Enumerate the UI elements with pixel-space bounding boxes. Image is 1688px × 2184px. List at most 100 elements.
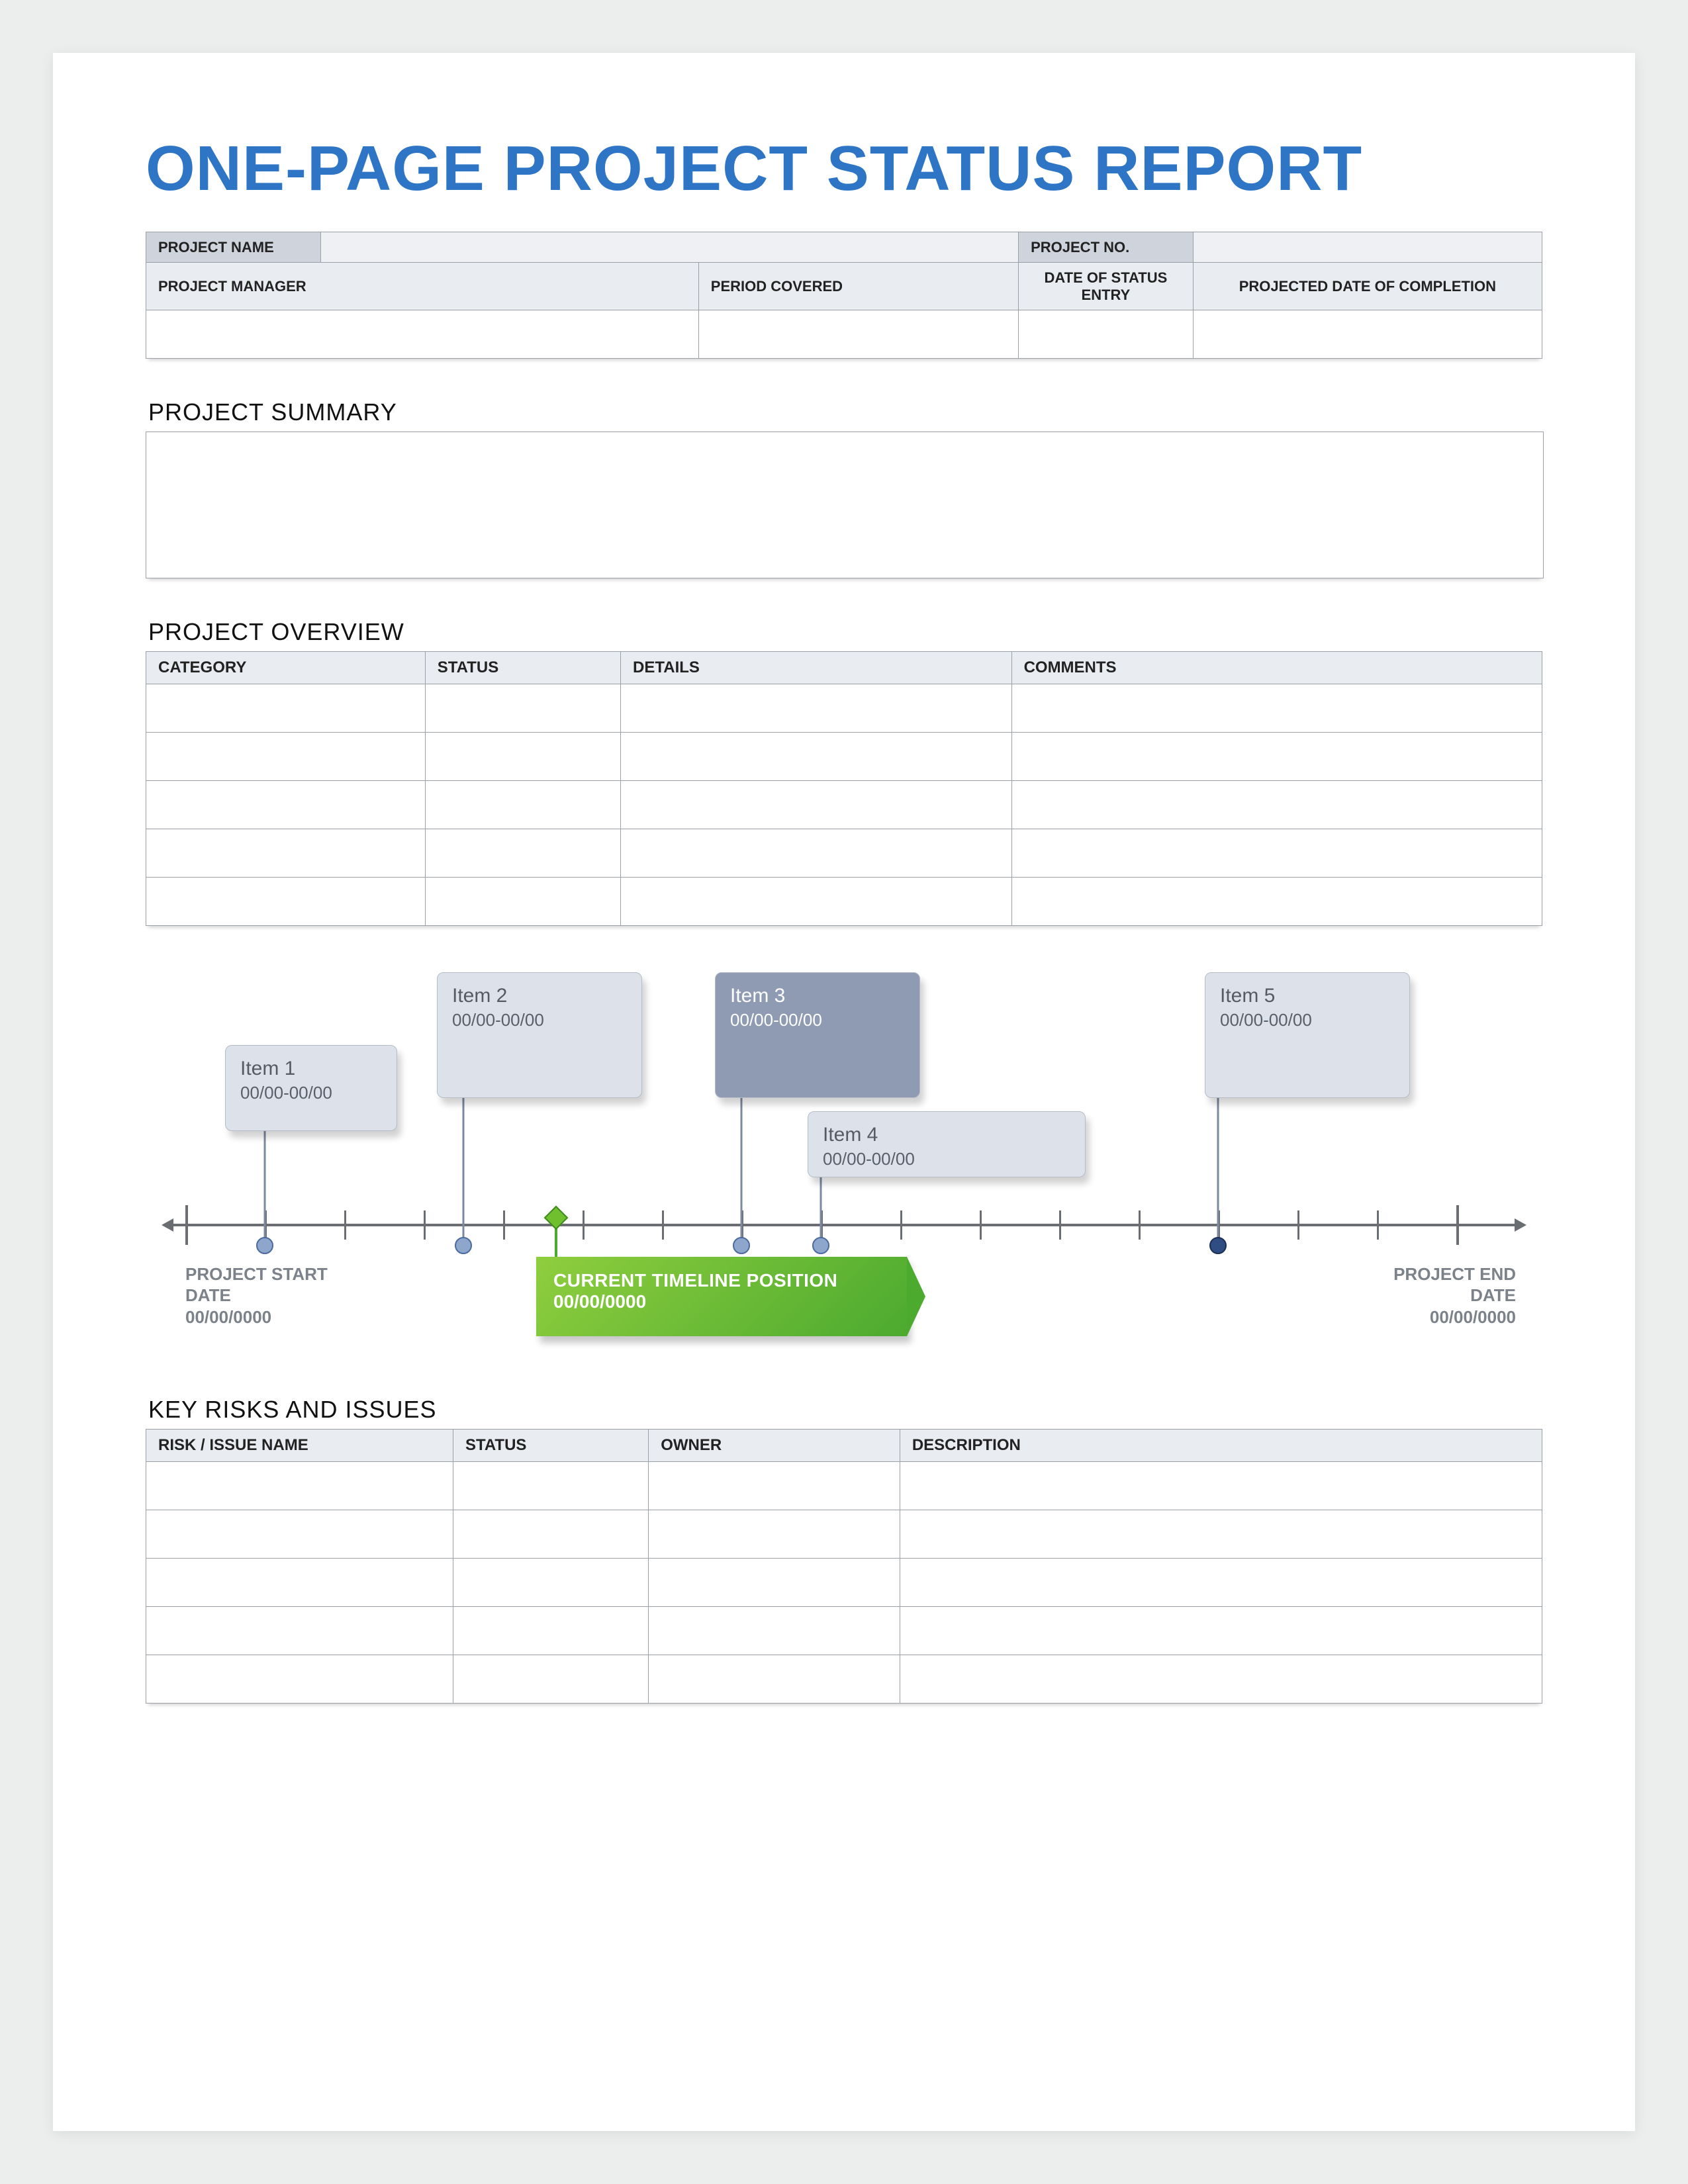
- overview-cell[interactable]: [621, 780, 1012, 829]
- risks-header-name: RISK / ISSUE NAME: [146, 1429, 453, 1461]
- overview-cell[interactable]: [425, 877, 620, 925]
- project-name-label: PROJECT NAME: [146, 232, 321, 263]
- project-name-value[interactable]: [320, 232, 1018, 263]
- timeline-tick: [583, 1210, 585, 1240]
- timeline-item-card: Item 3 00/00-00/00: [715, 972, 920, 1098]
- risks-cell[interactable]: [453, 1558, 648, 1606]
- risks-cell[interactable]: [453, 1461, 648, 1510]
- timeline-item-card: Item 4 00/00-00/00: [808, 1111, 1086, 1177]
- timeline-connector: [820, 1171, 822, 1237]
- summary-box[interactable]: [146, 432, 1544, 578]
- timeline-tick: [662, 1210, 664, 1240]
- timeline-end-label: PROJECT END DATE: [1344, 1263, 1516, 1306]
- risks-cell[interactable]: [649, 1510, 900, 1558]
- timeline-item-range: 00/00-00/00: [240, 1083, 382, 1103]
- overview-cell[interactable]: [1011, 684, 1542, 732]
- overview-cell[interactable]: [621, 829, 1012, 877]
- risks-cell[interactable]: [649, 1606, 900, 1655]
- risks-cell[interactable]: [649, 1655, 900, 1703]
- timeline-tick: [1377, 1210, 1379, 1240]
- timeline-item-range: 00/00-00/00: [1220, 1010, 1395, 1030]
- risks-cell[interactable]: [146, 1461, 453, 1510]
- overview-cell[interactable]: [1011, 780, 1542, 829]
- overview-header-details: DETAILS: [621, 651, 1012, 684]
- risks-cell[interactable]: [146, 1558, 453, 1606]
- timeline-connector: [264, 1131, 266, 1237]
- timeline-current-flag: CURRENT TIMELINE POSITION 00/00/0000: [536, 1257, 907, 1336]
- summary-label: PROJECT SUMMARY: [148, 398, 1542, 426]
- timeline-tick: [185, 1205, 188, 1245]
- risks-cell[interactable]: [649, 1461, 900, 1510]
- overview-cell[interactable]: [146, 684, 426, 732]
- timeline-item-name: Item 2: [452, 985, 627, 1007]
- overview-cell[interactable]: [1011, 732, 1542, 780]
- timeline-tick: [344, 1210, 346, 1240]
- timeline-marker: [812, 1237, 829, 1254]
- timeline-item-name: Item 1: [240, 1058, 382, 1080]
- risks-cell[interactable]: [146, 1655, 453, 1703]
- timeline-axis: [172, 1224, 1516, 1226]
- timeline-item-name: Item 5: [1220, 985, 1395, 1007]
- risks-cell[interactable]: [453, 1655, 648, 1703]
- overview-header-category: CATEGORY: [146, 651, 426, 684]
- timeline-marker: [1209, 1237, 1227, 1254]
- overview-cell[interactable]: [621, 732, 1012, 780]
- page: ONE-PAGE PROJECT STATUS REPORT PROJECT N…: [53, 53, 1635, 2131]
- risks-cell[interactable]: [649, 1558, 900, 1606]
- overview-cell[interactable]: [425, 684, 620, 732]
- overview-cell[interactable]: [1011, 877, 1542, 925]
- overview-cell[interactable]: [621, 877, 1012, 925]
- projected-completion-value[interactable]: [1193, 310, 1542, 358]
- timeline-tick: [503, 1210, 505, 1240]
- overview-cell[interactable]: [146, 780, 426, 829]
- overview-cell[interactable]: [621, 684, 1012, 732]
- timeline-tick: [1456, 1205, 1459, 1245]
- risks-label: KEY RISKS AND ISSUES: [148, 1396, 1542, 1424]
- risks-table: RISK / ISSUE NAME STATUS OWNER DESCRIPTI…: [146, 1429, 1542, 1704]
- projected-completion-label: PROJECTED DATE OF COMPLETION: [1193, 263, 1542, 310]
- timeline-item-range: 00/00-00/00: [823, 1149, 1070, 1169]
- page-title: ONE-PAGE PROJECT STATUS REPORT: [146, 132, 1542, 205]
- risks-header-status: STATUS: [453, 1429, 648, 1461]
- risks-cell[interactable]: [453, 1510, 648, 1558]
- timeline-connector: [1217, 1098, 1219, 1237]
- timeline-start-date: 00/00/0000: [185, 1306, 357, 1328]
- period-covered-value[interactable]: [698, 310, 1018, 358]
- risks-cell[interactable]: [900, 1510, 1542, 1558]
- timeline-tick: [980, 1210, 982, 1240]
- risks-cell[interactable]: [146, 1510, 453, 1558]
- overview-cell[interactable]: [425, 829, 620, 877]
- risks-cell[interactable]: [900, 1655, 1542, 1703]
- overview-label: PROJECT OVERVIEW: [148, 618, 1542, 646]
- risks-cell[interactable]: [900, 1461, 1542, 1510]
- project-no-label: PROJECT NO.: [1019, 232, 1194, 263]
- overview-cell[interactable]: [146, 829, 426, 877]
- risks-cell[interactable]: [900, 1558, 1542, 1606]
- risks-cell[interactable]: [453, 1606, 648, 1655]
- risks-header-owner: OWNER: [649, 1429, 900, 1461]
- overview-cell[interactable]: [1011, 829, 1542, 877]
- timeline-tick: [424, 1210, 426, 1240]
- timeline: Item 1 00/00-00/00 Item 2 00/00-00/00 It…: [146, 972, 1542, 1369]
- overview-header-comments: COMMENTS: [1011, 651, 1542, 684]
- overview-cell[interactable]: [146, 732, 426, 780]
- period-covered-label: PERIOD COVERED: [698, 263, 1018, 310]
- timeline-tick: [1059, 1210, 1061, 1240]
- overview-cell[interactable]: [425, 780, 620, 829]
- project-no-value[interactable]: [1193, 232, 1542, 263]
- timeline-connector: [463, 1098, 465, 1237]
- timeline-current-date: 00/00/0000: [553, 1291, 890, 1312]
- project-manager-value[interactable]: [146, 310, 699, 358]
- timeline-end-block: PROJECT END DATE 00/00/0000: [1344, 1263, 1516, 1328]
- timeline-item-card: Item 5 00/00-00/00: [1205, 972, 1410, 1098]
- timeline-connector: [741, 1098, 743, 1237]
- timeline-item-name: Item 4: [823, 1124, 1070, 1146]
- meta-table: PROJECT NAME PROJECT NO. PROJECT MANAGER…: [146, 232, 1542, 359]
- overview-cell[interactable]: [425, 732, 620, 780]
- timeline-end-date: 00/00/0000: [1344, 1306, 1516, 1328]
- overview-cell[interactable]: [146, 877, 426, 925]
- risks-cell[interactable]: [146, 1606, 453, 1655]
- risks-cell[interactable]: [900, 1606, 1542, 1655]
- timeline-marker: [455, 1237, 472, 1254]
- date-of-status-value[interactable]: [1019, 310, 1194, 358]
